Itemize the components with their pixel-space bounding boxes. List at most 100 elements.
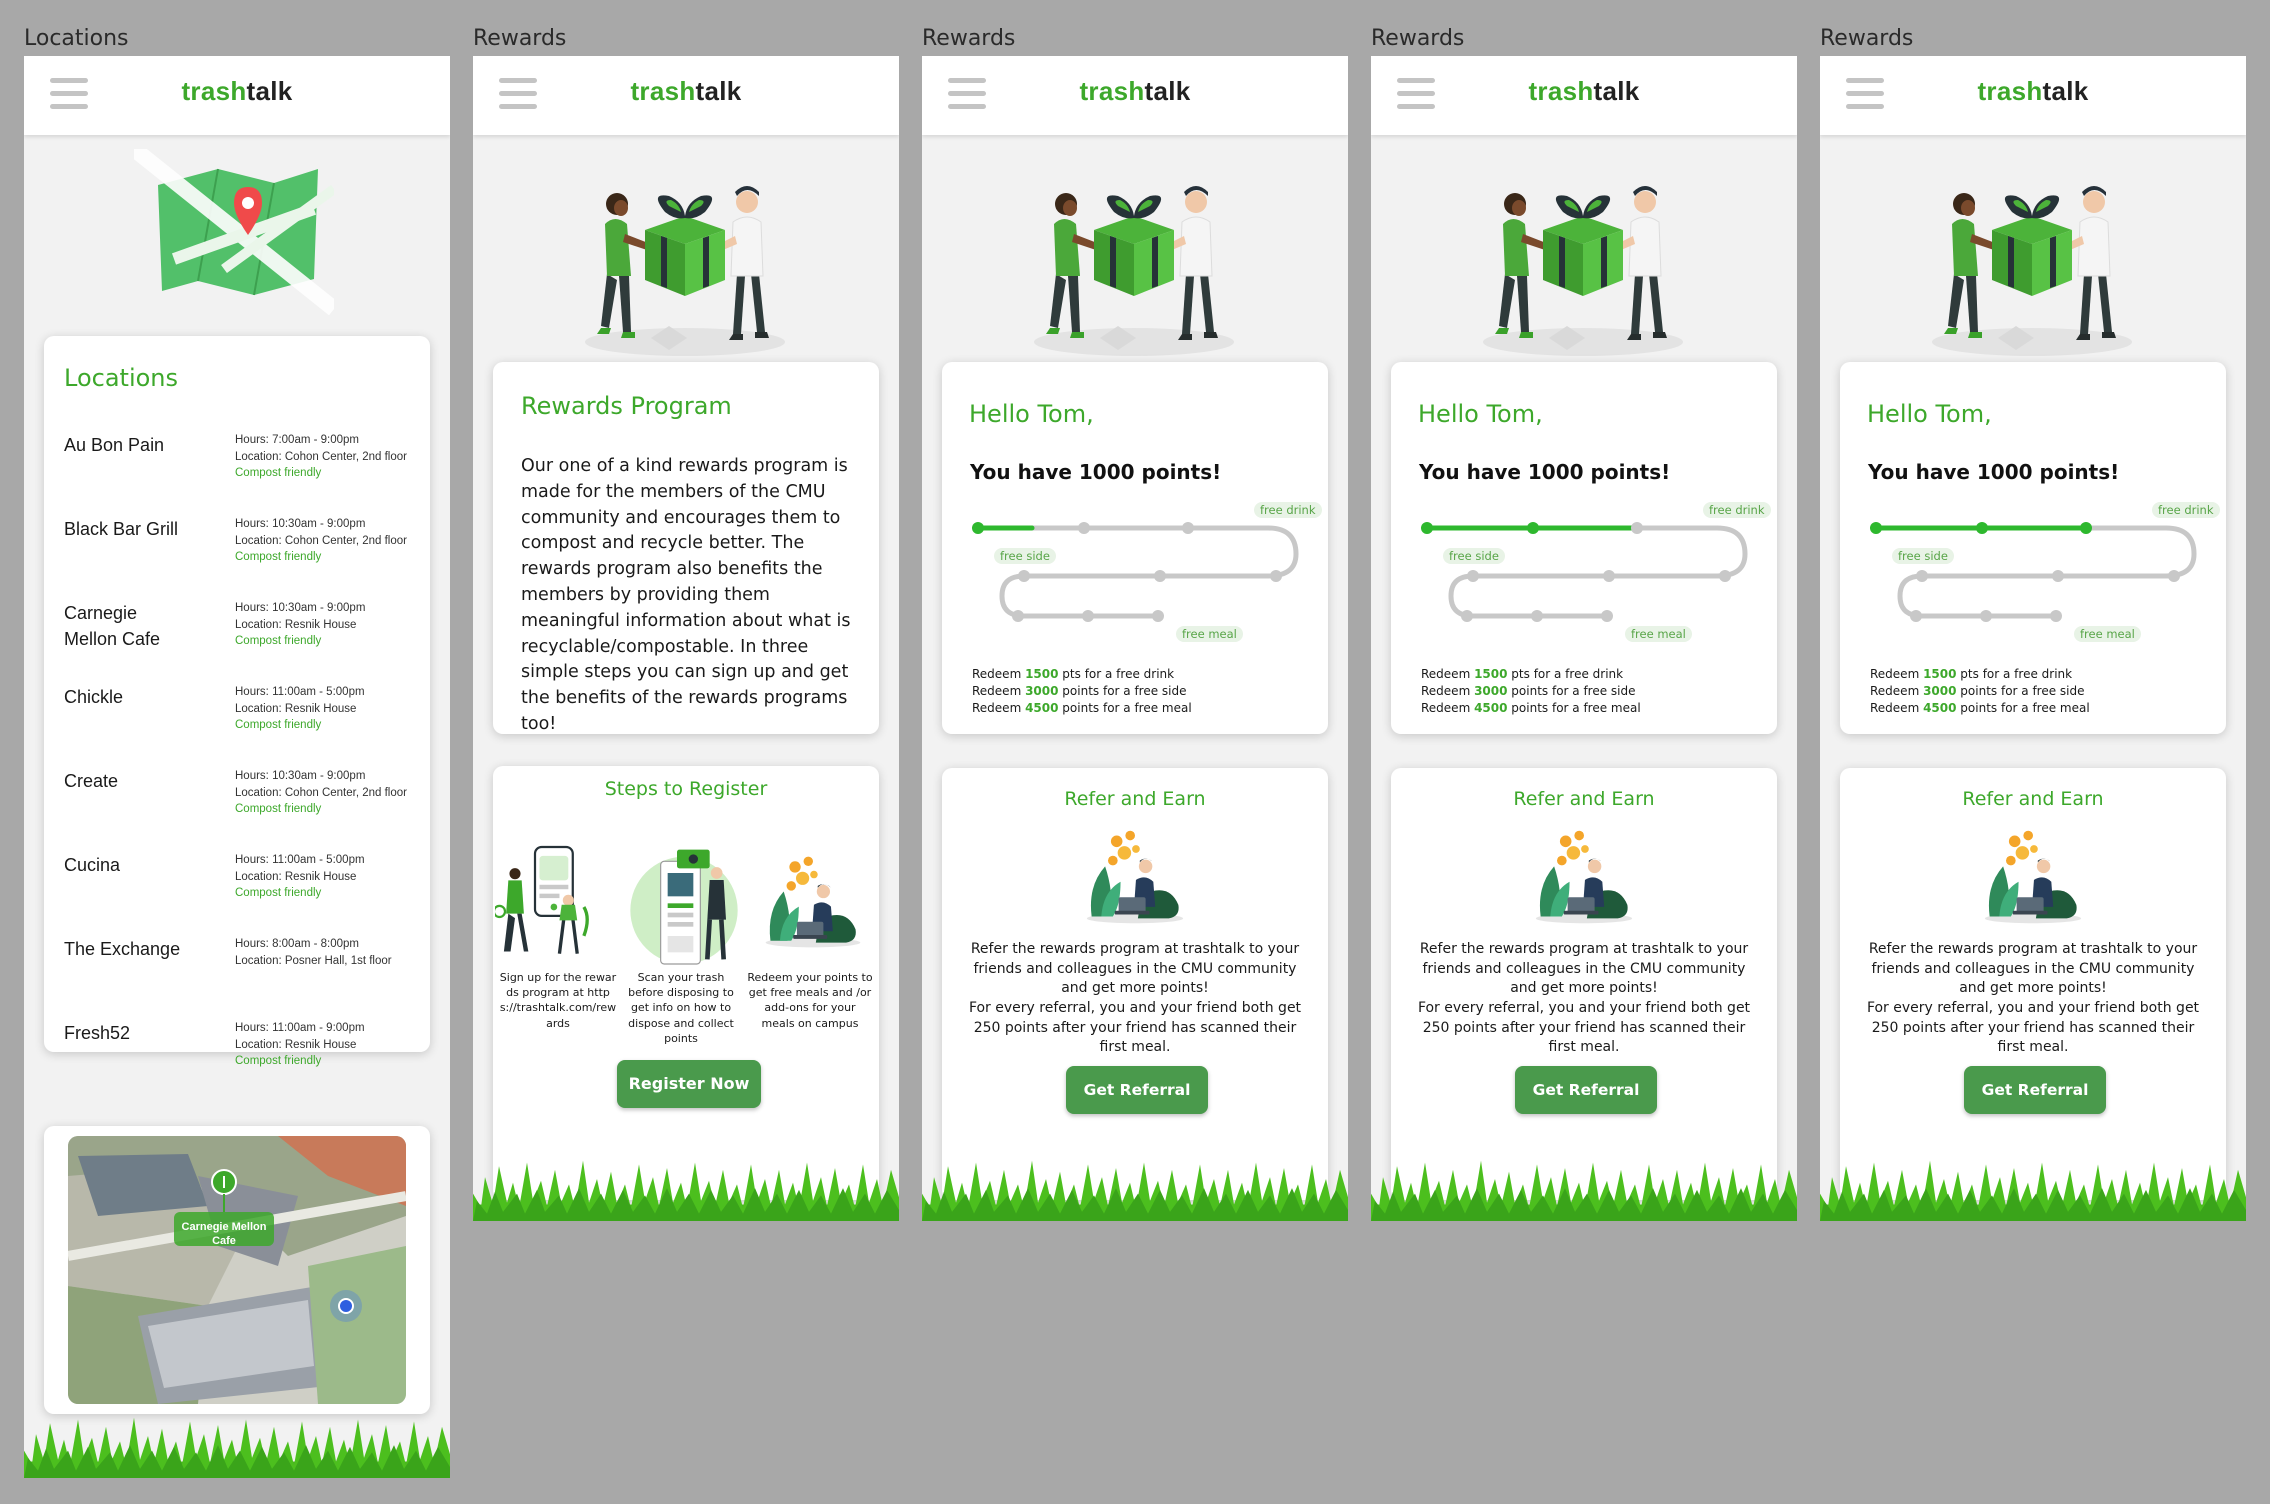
refer-title: Refer and Earn [1513, 788, 1655, 810]
gift-illustration-icon [565, 156, 805, 356]
steps-title: Steps to Register [604, 778, 768, 800]
get-referral-link-button[interactable]: Get Referral Link [1964, 1066, 2106, 1147]
redeem-line: Redeem 4500 points for a free meal [972, 701, 1192, 715]
milestone-free-meal: free meal [1176, 626, 1243, 642]
grass-footer-icon [24, 1414, 450, 1478]
redeem-line: Redeem 1500 pts for a free drink [1421, 667, 1624, 681]
location-details: Hours: 11:00am - 5:00pm Location: Resnik… [235, 686, 365, 731]
app-header: trashtalk [24, 56, 450, 135]
location-details: Hours: 8:00am - 8:00pm Location: Posner … [235, 938, 392, 967]
refer-earn-card: Refer and Earn Refer the rewards program… [1391, 768, 1777, 1200]
location-details: Hours: 10:30am - 9:00pm Location: Cohon … [235, 770, 407, 815]
points-card: Hello Tom, You have 1000 points! free dr… [942, 362, 1328, 734]
step-2-text: Scan your trash before disposing to get … [628, 971, 734, 1045]
rewards-info-screen: trashtalk Rewards Program Our one of a k… [473, 56, 899, 1221]
redeem-line: Redeem 3000 points for a free side [1421, 684, 1636, 698]
location-details: Hours: 10:30am - 9:00pm Location: Cohon … [235, 518, 407, 563]
location-details: Hours: 11:00am - 9:00pm Location: Resnik… [235, 1022, 365, 1067]
get-referral-link-button[interactable]: Get Referral Link [1515, 1066, 1657, 1147]
points-balance: You have 1000 points! [970, 460, 1222, 484]
redeem-line: Redeem 3000 points for a free side [1870, 684, 2085, 698]
gift-illustration-icon [1014, 156, 1254, 356]
brand-logo: trashtalk [1977, 76, 2089, 106]
location-name: Fresh52 [64, 1023, 131, 1043]
grass-footer-icon [1371, 1157, 1797, 1221]
map-card: Carnegie Mellon Cafe [44, 1126, 430, 1414]
location-name: Black Bar Grill [64, 519, 179, 539]
app-header: trashtalk [473, 56, 899, 135]
rewards-user-screen: trashtalk Hello Tom, You have 1000 point… [1820, 56, 2246, 1221]
refer-bonus-description: For every referral, you and your friend … [1417, 1000, 1751, 1055]
frame-label-rewards-1: Rewards [922, 26, 1016, 51]
refer-description: Refer the rewards program at trashtalk t… [1868, 941, 2198, 996]
location-name: Cucina [64, 855, 121, 875]
map-illustration-icon [134, 144, 334, 324]
brand-logo: trashtalk [1079, 76, 1191, 106]
redeem-line: Redeem 4500 points for a free meal [1421, 701, 1641, 715]
rewards-user-screen: trashtalk Hello Tom, You have 1000 point… [922, 56, 1348, 1221]
location-name: Carnegie Mellon Cafe [64, 603, 161, 649]
rewards-program-description: Our one of a kind rewards program is mad… [521, 456, 851, 734]
frame-label-rewards-2: Rewards [1371, 26, 1465, 51]
refer-earn-card: Refer and Earn Refer the rewards program… [1840, 768, 2226, 1200]
redeem-line: Redeem 1500 pts for a free drink [972, 667, 1175, 681]
milestone-free-drink: free drink [1703, 502, 1771, 518]
locations-screen: trashtalk Locations Au Bon Pain Hours: 7… [24, 56, 450, 1478]
register-now-button[interactable]: Register Now [617, 1060, 761, 1108]
milestone-free-meal: free meal [1625, 626, 1692, 642]
scan-trash-step-icon [625, 838, 743, 978]
gift-illustration-icon [1463, 156, 1703, 356]
location-name: The Exchange [64, 939, 181, 959]
refer-title: Refer and Earn [1064, 788, 1206, 810]
step-3-text: Redeem your points to get free meals and… [747, 971, 873, 1030]
brand-logo: trashtalk [630, 76, 742, 106]
milestone-free-meal: free meal [2074, 626, 2141, 642]
points-balance: You have 1000 points! [1419, 460, 1671, 484]
locations-title: Locations [64, 364, 179, 392]
map-marker-label: Carnegie Mellon Cafe [181, 1221, 267, 1247]
refer-title: Refer and Earn [1962, 788, 2104, 810]
campus-map[interactable] [68, 1136, 406, 1404]
redeem-line: Redeem 1500 pts for a free drink [1870, 667, 2073, 681]
rewards-program-card: Rewards Program Our one of a kind reward… [493, 362, 879, 734]
refer-earn-card: Refer and Earn Refer the rewards program… [942, 768, 1328, 1200]
app-header: trashtalk [922, 56, 1348, 135]
milestone-free-drink: free drink [1254, 502, 1322, 518]
rewards-program-title: Rewards Program [521, 392, 732, 420]
milestone-free-side: free side [994, 548, 1056, 564]
greeting: Hello Tom, [969, 400, 1094, 428]
step-1-text: Sign up for the rewards program at https… [499, 971, 617, 1030]
points-card: Hello Tom, You have 1000 points! free dr… [1391, 362, 1777, 734]
refer-description: Refer the rewards program at trashtalk t… [1419, 941, 1749, 996]
grass-footer-icon [922, 1157, 1348, 1221]
greeting: Hello Tom, [1867, 400, 1992, 428]
location-name: Chickle [64, 687, 124, 707]
refer-illustration-icon [1980, 826, 2086, 926]
location-name: Au Bon Pain [64, 435, 165, 455]
points-card: Hello Tom, You have 1000 points! free dr… [1840, 362, 2226, 734]
milestone-free-side: free side [1892, 548, 1954, 564]
refer-description: Refer the rewards program at trashtalk t… [970, 941, 1300, 996]
gift-illustration-icon [1912, 156, 2152, 356]
refer-bonus-description: For every referral, you and your friend … [1866, 1000, 2200, 1055]
redeem-points-step-icon [761, 846, 865, 956]
redeem-line: Redeem 4500 points for a free meal [1870, 701, 2090, 715]
milestone-free-side: free side [1443, 548, 1505, 564]
redeem-line: Redeem 3000 points for a free side [972, 684, 1187, 698]
location-details: Hours: 11:00am - 5:00pm Location: Resnik… [235, 854, 365, 899]
greeting: Hello Tom, [1418, 400, 1543, 428]
brand-logo: trashtalk [1528, 76, 1640, 106]
points-balance: You have 1000 points! [1868, 460, 2120, 484]
grass-footer-icon [1820, 1157, 2246, 1221]
refer-illustration-icon [1082, 826, 1188, 926]
location-name: Create [64, 771, 119, 791]
frame-label-rewards-info: Rewards [473, 26, 567, 51]
frame-label-locations: Locations [24, 26, 129, 51]
location-details: Hours: 10:30am - 9:00pm Location: Resnik… [235, 602, 366, 647]
app-header: trashtalk [1371, 56, 1797, 135]
refer-bonus-description: For every referral, you and your friend … [968, 1000, 1302, 1055]
get-referral-link-button[interactable]: Get Referral Link [1066, 1066, 1208, 1147]
rewards-user-screen: trashtalk Hello Tom, You have 1000 point… [1371, 56, 1797, 1221]
milestone-free-drink: free drink [2152, 502, 2220, 518]
frame-label-rewards-3: Rewards [1820, 26, 1914, 51]
